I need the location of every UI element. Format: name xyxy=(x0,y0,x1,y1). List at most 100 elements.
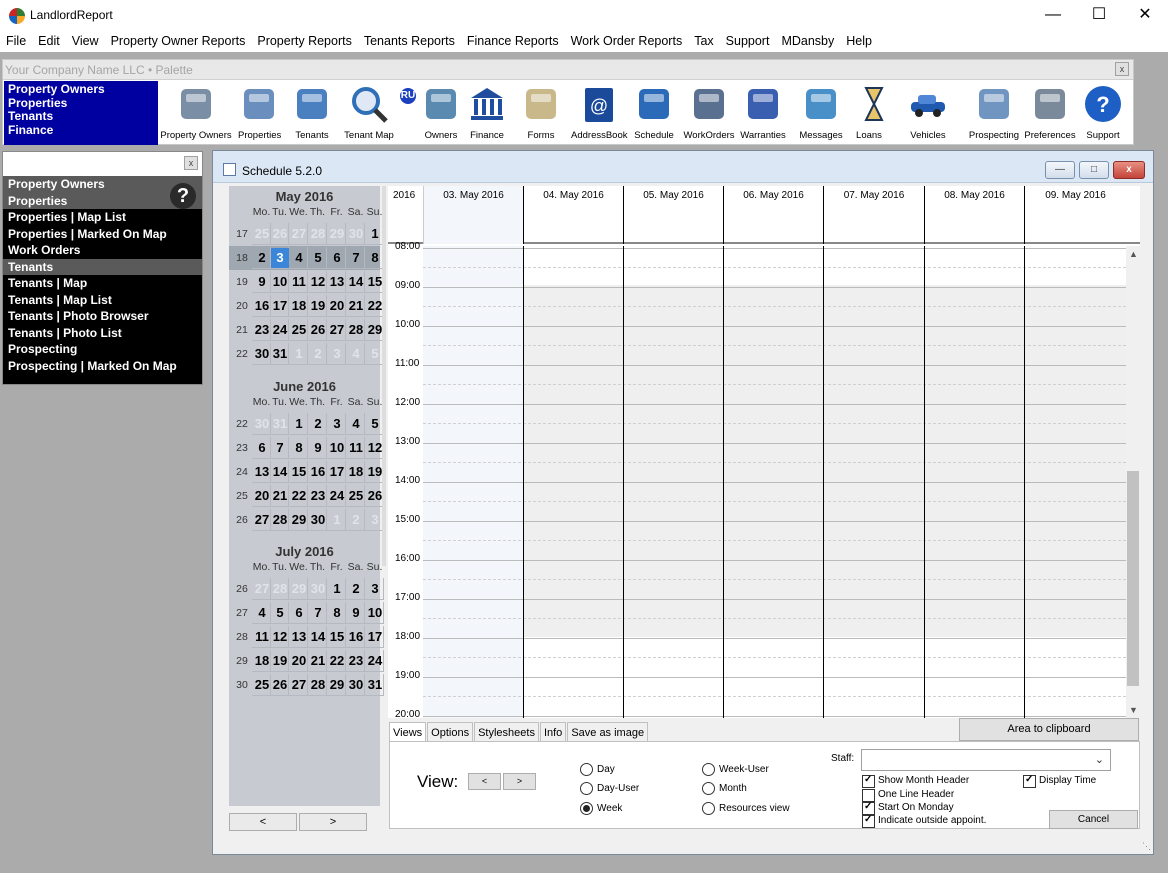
calendar-day[interactable]: 24 xyxy=(271,320,289,340)
calendar-day[interactable]: 1 xyxy=(290,344,308,364)
nav-item-properties-map-list[interactable]: Properties | Map List xyxy=(3,209,202,226)
calendar-day[interactable]: 6 xyxy=(328,248,346,268)
calendar-day[interactable]: 30 xyxy=(253,414,271,434)
calendar-day[interactable]: 20 xyxy=(290,651,308,671)
calendar-day[interactable]: 20 xyxy=(328,296,346,316)
calendar-day[interactable]: 30 xyxy=(253,344,271,364)
palette-forms-button[interactable]: Forms xyxy=(521,82,561,144)
calendar-prev-button[interactable]: < xyxy=(229,813,297,831)
calendar-day[interactable]: 1 xyxy=(328,579,346,599)
calendar-day[interactable]: 4 xyxy=(347,344,365,364)
calendar-day[interactable]: 3 xyxy=(366,579,384,599)
scroll-down-icon[interactable]: ▼ xyxy=(1129,705,1138,715)
calendar-day[interactable]: 17 xyxy=(366,627,384,647)
nav-item-tenants-photo-list[interactable]: Tenants | Photo List xyxy=(3,325,202,342)
palette-property-owners-button[interactable]: Property Owners xyxy=(160,82,232,144)
calendar-day[interactable]: 25 xyxy=(253,675,271,695)
view-mode-week[interactable]: Week xyxy=(580,802,622,815)
menu-edit[interactable]: Edit xyxy=(32,30,66,52)
nav-item-tenants[interactable]: Tenants xyxy=(3,258,202,275)
palette-nav-finance[interactable]: Finance xyxy=(8,123,154,138)
calendar-day[interactable]: 8 xyxy=(328,603,346,623)
calendar-day[interactable]: 11 xyxy=(253,627,271,647)
calendar-day[interactable]: 26 xyxy=(271,224,289,244)
palette-messages-button[interactable]: Messages xyxy=(793,82,849,144)
calendar-day[interactable]: 27 xyxy=(290,224,308,244)
calendar-next-button[interactable]: > xyxy=(299,813,367,831)
calendar-day[interactable]: 25 xyxy=(290,320,308,340)
calendar-day[interactable]: 7 xyxy=(309,603,327,623)
calendar-day[interactable]: 26 xyxy=(271,675,289,695)
calendar-day[interactable]: 29 xyxy=(290,579,308,599)
calendar-day[interactable]: 5 xyxy=(309,248,327,268)
nav-item-work-orders[interactable]: Work Orders xyxy=(3,242,202,259)
palette-nav-tenants[interactable]: Tenants xyxy=(8,109,154,124)
calendar-day[interactable]: 4 xyxy=(347,414,365,434)
calendar-day[interactable]: 19 xyxy=(271,651,289,671)
palette-loans-button[interactable]: Loans xyxy=(854,82,884,144)
navigation-panel-close-button[interactable]: x xyxy=(184,156,198,170)
menu-finance-reports[interactable]: Finance Reports xyxy=(461,30,565,52)
day-column-header[interactable]: 06. May 2016 xyxy=(723,186,823,244)
calendar-day[interactable]: 27 xyxy=(253,510,271,530)
checkbox-start-on-monday[interactable]: Start On Monday xyxy=(862,801,954,815)
palette-tenants-button[interactable]: Tenants xyxy=(288,82,336,144)
calendar-day[interactable]: 2 xyxy=(347,579,365,599)
palette-nav-property-owners[interactable]: Property Owners xyxy=(8,82,154,97)
timeline-grid[interactable]: 08:00 09:00 10:00 11:00 12:00 13:00 14:00 15:00… xyxy=(388,241,1126,718)
menu-work-order-reports[interactable]: Work Order Reports xyxy=(565,30,689,52)
palette-properties-button[interactable]: Properties xyxy=(238,82,281,144)
calendar-day[interactable]: 5 xyxy=(271,603,289,623)
menu-help[interactable]: Help xyxy=(840,30,878,52)
calendar-day[interactable]: 9 xyxy=(309,438,327,458)
calendar-day[interactable]: 15 xyxy=(328,627,346,647)
calendar-day[interactable]: 28 xyxy=(309,224,327,244)
view-mode-month[interactable]: Month xyxy=(702,782,747,795)
palette-warranties-button[interactable]: Warranties xyxy=(740,82,786,144)
calendar-day[interactable]: 13 xyxy=(328,272,346,292)
calendar-day[interactable]: 30 xyxy=(309,579,327,599)
palette-schedule-button[interactable]: Schedule xyxy=(630,82,678,144)
calendar-day[interactable]: 16 xyxy=(347,627,365,647)
calendar-day[interactable]: 29 xyxy=(328,224,346,244)
menu-support[interactable]: Support xyxy=(720,30,776,52)
calendar-day[interactable]: 29 xyxy=(328,675,346,695)
calendar-day[interactable]: 14 xyxy=(271,462,289,482)
checkbox-one-line-header[interactable]: One Line Header xyxy=(862,789,954,802)
calendar-day[interactable]: 17 xyxy=(328,462,346,482)
calendar-day[interactable]: 21 xyxy=(347,296,365,316)
calendar-day[interactable]: 1 xyxy=(290,414,308,434)
calendar-day[interactable]: 22 xyxy=(290,486,308,506)
calendar-day[interactable]: 18 xyxy=(347,462,365,482)
calendar-day[interactable]: 19 xyxy=(309,296,327,316)
calendar-day[interactable]: 27 xyxy=(253,579,271,599)
menu-view[interactable]: View xyxy=(66,30,105,52)
day-column-header[interactable]: 08. May 2016 xyxy=(924,186,1024,244)
view-mode-week-user[interactable]: Week-User xyxy=(702,763,769,776)
calendar-day[interactable]: 7 xyxy=(347,248,365,268)
calendar-day[interactable]: 13 xyxy=(290,627,308,647)
nav-item-tenants-map[interactable]: Tenants | Map xyxy=(3,275,202,292)
calendar-day[interactable]: 3 xyxy=(271,248,289,268)
calendar-day[interactable]: 4 xyxy=(253,603,271,623)
palette-nav-properties[interactable]: Properties xyxy=(8,96,154,111)
calendar-day[interactable]: 24 xyxy=(366,651,384,671)
calendar-day[interactable]: 31 xyxy=(271,414,289,434)
calendar-day[interactable]: 2 xyxy=(309,414,327,434)
chevron-down-icon[interactable]: ⌄ xyxy=(1095,753,1104,766)
view-mode-day-user[interactable]: Day-User xyxy=(580,782,639,795)
calendar-day[interactable]: 4 xyxy=(290,248,308,268)
calendar-day[interactable]: 29 xyxy=(290,510,308,530)
palette-workorders-button[interactable]: WorkOrders xyxy=(683,82,735,144)
calendar-day[interactable]: 6 xyxy=(253,438,271,458)
calendar-day[interactable]: 16 xyxy=(309,462,327,482)
palette-support-button[interactable]: ? Support xyxy=(1078,82,1128,144)
calendar-day[interactable]: 30 xyxy=(347,675,365,695)
scroll-up-icon[interactable]: ▲ xyxy=(1129,249,1138,259)
calendar-day[interactable]: 23 xyxy=(309,486,327,506)
nav-item-prospecting[interactable]: Prospecting xyxy=(3,341,202,358)
calendar-day[interactable]: 10 xyxy=(328,438,346,458)
tab-save-as-image[interactable]: Save as image xyxy=(567,722,649,742)
calendar-day[interactable]: 9 xyxy=(347,603,365,623)
calendar-day[interactable]: 14 xyxy=(309,627,327,647)
